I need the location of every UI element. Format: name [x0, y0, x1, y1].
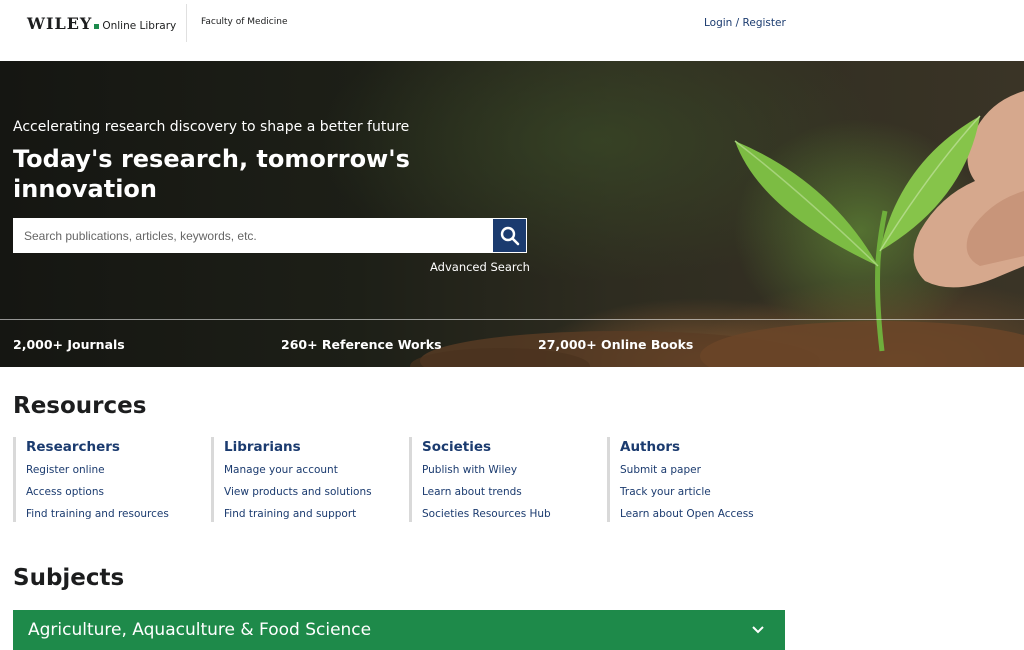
- hero-banner: Accelerating research discovery to shape…: [0, 61, 1024, 367]
- authors-title[interactable]: Authors: [620, 439, 754, 455]
- logo-product: Online Library: [102, 20, 177, 32]
- librarians-link[interactable]: Manage your account: [224, 464, 372, 477]
- resources-researchers: Researchers Register online Access optio…: [13, 437, 169, 522]
- societies-link[interactable]: Societies Resources Hub: [422, 508, 551, 521]
- authors-link[interactable]: Learn about Open Access: [620, 508, 754, 521]
- search-button[interactable]: [493, 219, 526, 252]
- institution-name: Faculty of Medicine: [201, 17, 288, 27]
- researchers-link[interactable]: Register online: [26, 464, 169, 477]
- resources-authors: Authors Submit a paper Track your articl…: [607, 437, 754, 522]
- subject-accordion-agriculture[interactable]: Agriculture, Aquaculture & Food Science: [13, 610, 785, 650]
- hero-title: Today's research, tomorrow's innovation: [13, 145, 410, 203]
- societies-link[interactable]: Publish with Wiley: [422, 464, 551, 477]
- hero-subtitle: Accelerating research discovery to shape…: [13, 119, 410, 135]
- resources-librarians: Librarians Manage your account View prod…: [211, 437, 372, 522]
- seedling-image: [410, 91, 1024, 367]
- logo-dot-icon: [94, 24, 100, 29]
- stat-reference-works[interactable]: 260+ Reference Works: [281, 337, 442, 352]
- header-divider: [186, 4, 187, 42]
- search-icon: [500, 226, 519, 245]
- researchers-link[interactable]: Find training and resources: [26, 508, 169, 521]
- researchers-link[interactable]: Access options: [26, 486, 169, 499]
- logo-brand: WILEY: [27, 14, 93, 33]
- subjects-heading: Subjects: [13, 565, 125, 591]
- librarians-title[interactable]: Librarians: [224, 439, 372, 455]
- societies-title[interactable]: Societies: [422, 439, 551, 455]
- societies-link[interactable]: Learn about trends: [422, 486, 551, 499]
- librarians-link[interactable]: View products and solutions: [224, 486, 372, 499]
- stat-online-books[interactable]: 27,000+ Online Books: [538, 337, 693, 352]
- search-input[interactable]: [14, 219, 493, 252]
- librarians-link[interactable]: Find training and support: [224, 508, 372, 521]
- chevron-down-icon: [752, 626, 764, 634]
- authors-link[interactable]: Track your article: [620, 486, 754, 499]
- wiley-online-library-logo[interactable]: WILEY Online Library: [27, 14, 176, 33]
- resources-heading: Resources: [13, 393, 147, 419]
- resources-societies: Societies Publish with Wiley Learn about…: [409, 437, 551, 522]
- advanced-search-link[interactable]: Advanced Search: [430, 260, 530, 274]
- site-header: WILEY Online Library Faculty of Medicine…: [0, 0, 1024, 61]
- hero-divider: [0, 319, 1024, 320]
- search-bar: [13, 218, 527, 253]
- researchers-title[interactable]: Researchers: [26, 439, 169, 455]
- login-register-link[interactable]: Login / Register: [704, 17, 786, 29]
- stat-journals[interactable]: 2,000+ Journals: [13, 337, 125, 352]
- subject-label: Agriculture, Aquaculture & Food Science: [28, 620, 372, 640]
- authors-link[interactable]: Submit a paper: [620, 464, 754, 477]
